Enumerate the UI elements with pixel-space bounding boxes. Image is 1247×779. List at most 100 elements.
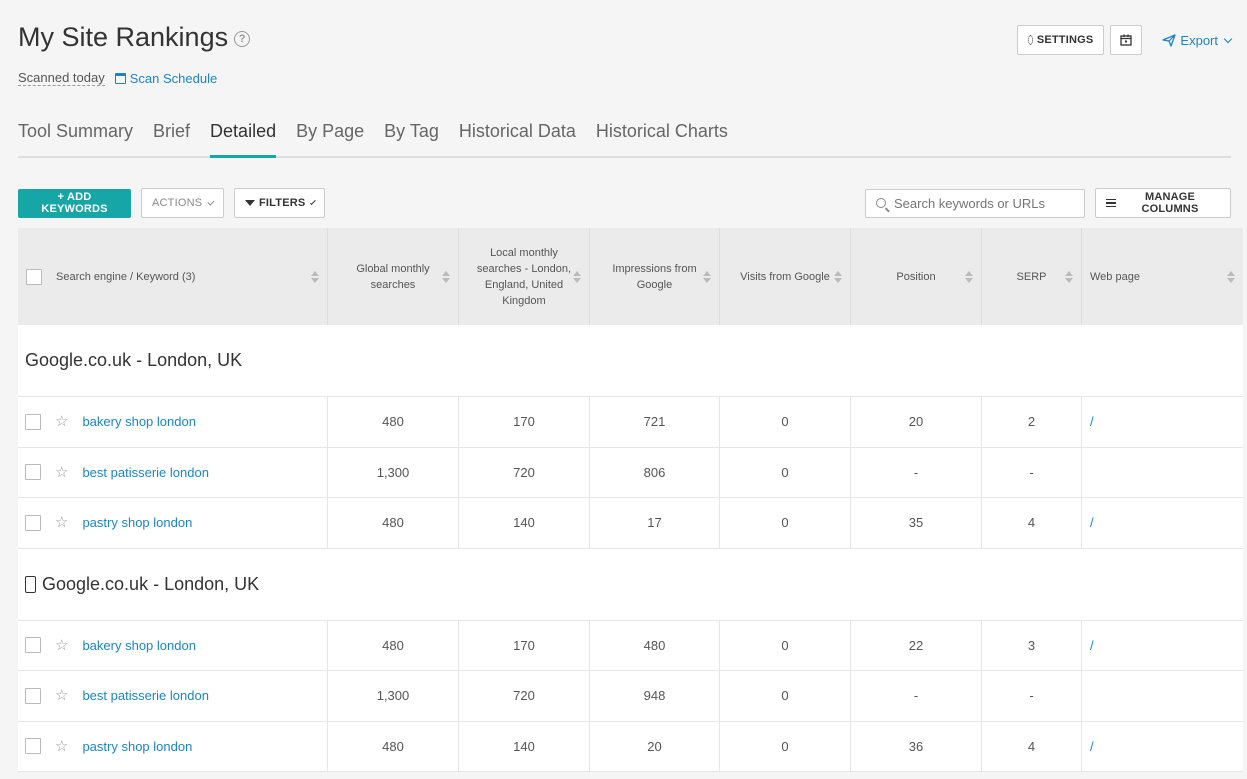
keyword-link[interactable]: bakery shop london bbox=[82, 414, 195, 429]
tab-tool-summary[interactable]: Tool Summary bbox=[18, 110, 133, 158]
filters-dropdown[interactable]: FILTERS bbox=[234, 188, 325, 218]
column-header-web-page[interactable]: Web page bbox=[1082, 228, 1243, 325]
serp-cell: - bbox=[982, 448, 1082, 498]
star-icon[interactable]: ☆ bbox=[55, 688, 68, 703]
web-page-cell: / bbox=[1082, 397, 1243, 447]
manage-columns-button[interactable]: MANAGE COLUMNS bbox=[1095, 188, 1231, 218]
tab-brief[interactable]: Brief bbox=[153, 110, 190, 158]
engine-group-header: Google.co.uk - London, UK bbox=[18, 325, 1243, 397]
tab-bar: Tool Summary Brief Detailed By Page By T… bbox=[18, 110, 1231, 158]
chevron-down-icon bbox=[311, 199, 316, 204]
help-icon[interactable]: ? bbox=[234, 31, 250, 47]
filters-label: FILTERS bbox=[259, 197, 305, 209]
tab-by-tag[interactable]: By Tag bbox=[384, 110, 439, 158]
visits-cell: 0 bbox=[720, 671, 851, 721]
star-icon[interactable]: ☆ bbox=[55, 414, 68, 429]
columns-icon bbox=[1106, 199, 1116, 208]
page-title: My Site Rankings ? bbox=[18, 22, 250, 53]
column-label: Impressions from Google bbox=[606, 261, 703, 293]
serp-cell: 3 bbox=[982, 621, 1082, 671]
table-row: ☆ best patisserie london 1,300 720 806 0… bbox=[18, 448, 1243, 499]
visits-cell: 0 bbox=[720, 397, 851, 447]
column-header-global-searches[interactable]: Global monthly searches bbox=[328, 228, 459, 325]
star-icon[interactable]: ☆ bbox=[55, 739, 68, 754]
table-row: ☆ pastry shop london 480 140 20 0 36 4 / bbox=[18, 722, 1243, 773]
top-actions: SETTINGS Export bbox=[1017, 25, 1231, 55]
star-icon[interactable]: ☆ bbox=[55, 465, 68, 480]
tab-historical-charts[interactable]: Historical Charts bbox=[596, 110, 728, 158]
settings-button[interactable]: SETTINGS bbox=[1017, 25, 1104, 55]
mobile-icon bbox=[25, 576, 36, 593]
calendar-icon bbox=[1120, 34, 1132, 46]
row-checkbox[interactable] bbox=[25, 688, 41, 704]
visits-cell: 0 bbox=[720, 498, 851, 548]
keyword-link[interactable]: best patisserie london bbox=[82, 688, 208, 703]
keyword-cell: ☆ best patisserie london bbox=[18, 448, 328, 498]
star-icon[interactable]: ☆ bbox=[55, 638, 68, 653]
visits-cell: 0 bbox=[720, 722, 851, 772]
impressions-cell: 948 bbox=[590, 671, 720, 721]
date-picker-button[interactable] bbox=[1110, 25, 1142, 55]
search-input[interactable] bbox=[894, 196, 1074, 211]
column-label: Visits from Google bbox=[740, 269, 830, 285]
scan-info: Scanned today Scan Schedule bbox=[18, 70, 217, 86]
scan-schedule-label: Scan Schedule bbox=[130, 71, 217, 86]
position-cell: 20 bbox=[851, 397, 982, 447]
page-header: My Site Rankings ? bbox=[18, 22, 250, 53]
sort-icon[interactable] bbox=[965, 271, 973, 283]
column-label: Position bbox=[896, 269, 935, 285]
web-page-link[interactable]: / bbox=[1090, 414, 1094, 429]
tab-detailed[interactable]: Detailed bbox=[210, 110, 276, 158]
add-keywords-button[interactable]: + ADD KEYWORDS bbox=[18, 189, 131, 218]
sort-icon[interactable] bbox=[311, 271, 319, 283]
position-cell: - bbox=[851, 448, 982, 498]
keyword-link[interactable]: best patisserie london bbox=[82, 465, 208, 480]
row-checkbox[interactable] bbox=[25, 414, 41, 430]
select-all-checkbox[interactable] bbox=[26, 269, 42, 285]
keyword-cell: ☆ best patisserie london bbox=[18, 671, 328, 721]
actions-dropdown[interactable]: ACTIONS bbox=[141, 188, 224, 218]
impressions-cell: 480 bbox=[590, 621, 720, 671]
keyword-link[interactable]: pastry shop london bbox=[82, 739, 192, 754]
scanned-status[interactable]: Scanned today bbox=[18, 70, 105, 86]
column-header-keyword[interactable]: Search engine / Keyword (3) bbox=[18, 228, 328, 325]
sort-icon[interactable] bbox=[1227, 271, 1235, 283]
column-header-serp[interactable]: SERP bbox=[982, 228, 1082, 325]
tab-by-page[interactable]: By Page bbox=[296, 110, 364, 158]
sort-icon[interactable] bbox=[703, 271, 711, 283]
global-searches-cell: 480 bbox=[328, 498, 459, 548]
engine-group-header: Google.co.uk - London, UK bbox=[18, 549, 1243, 621]
search-icon bbox=[876, 198, 886, 208]
table-row: ☆ bakery shop london 480 170 721 0 20 2 … bbox=[18, 397, 1243, 448]
row-checkbox[interactable] bbox=[25, 738, 41, 754]
local-searches-cell: 140 bbox=[459, 722, 590, 772]
column-header-impressions[interactable]: Impressions from Google bbox=[590, 228, 720, 325]
sort-icon[interactable] bbox=[573, 271, 581, 283]
scan-schedule-link[interactable]: Scan Schedule bbox=[115, 71, 217, 86]
keyword-link[interactable]: bakery shop london bbox=[82, 638, 195, 653]
visits-cell: 0 bbox=[720, 621, 851, 671]
web-page-cell: / bbox=[1082, 498, 1243, 548]
row-checkbox[interactable] bbox=[25, 637, 41, 653]
web-page-link[interactable]: / bbox=[1090, 638, 1094, 653]
keyword-link[interactable]: pastry shop london bbox=[82, 515, 192, 530]
column-label: SERP bbox=[1017, 269, 1047, 285]
row-checkbox[interactable] bbox=[25, 515, 41, 531]
column-header-visits[interactable]: Visits from Google bbox=[720, 228, 851, 325]
keyword-cell: ☆ pastry shop london bbox=[18, 498, 328, 548]
web-page-link[interactable]: / bbox=[1090, 739, 1094, 754]
tab-historical-data[interactable]: Historical Data bbox=[459, 110, 576, 158]
sort-icon[interactable] bbox=[442, 271, 450, 283]
export-menu[interactable]: Export bbox=[1162, 33, 1231, 48]
serp-cell: 4 bbox=[982, 498, 1082, 548]
sort-icon[interactable] bbox=[834, 271, 842, 283]
column-header-local-searches[interactable]: Local monthly searches - London, England… bbox=[459, 228, 590, 325]
table-header: Search engine / Keyword (3) Global month… bbox=[18, 228, 1243, 325]
gear-icon bbox=[1028, 35, 1032, 45]
sort-icon[interactable] bbox=[1065, 271, 1073, 283]
star-icon[interactable]: ☆ bbox=[55, 515, 68, 530]
row-checkbox[interactable] bbox=[25, 464, 41, 480]
export-label: Export bbox=[1180, 33, 1218, 48]
web-page-link[interactable]: / bbox=[1090, 515, 1094, 530]
column-header-position[interactable]: Position bbox=[851, 228, 982, 325]
